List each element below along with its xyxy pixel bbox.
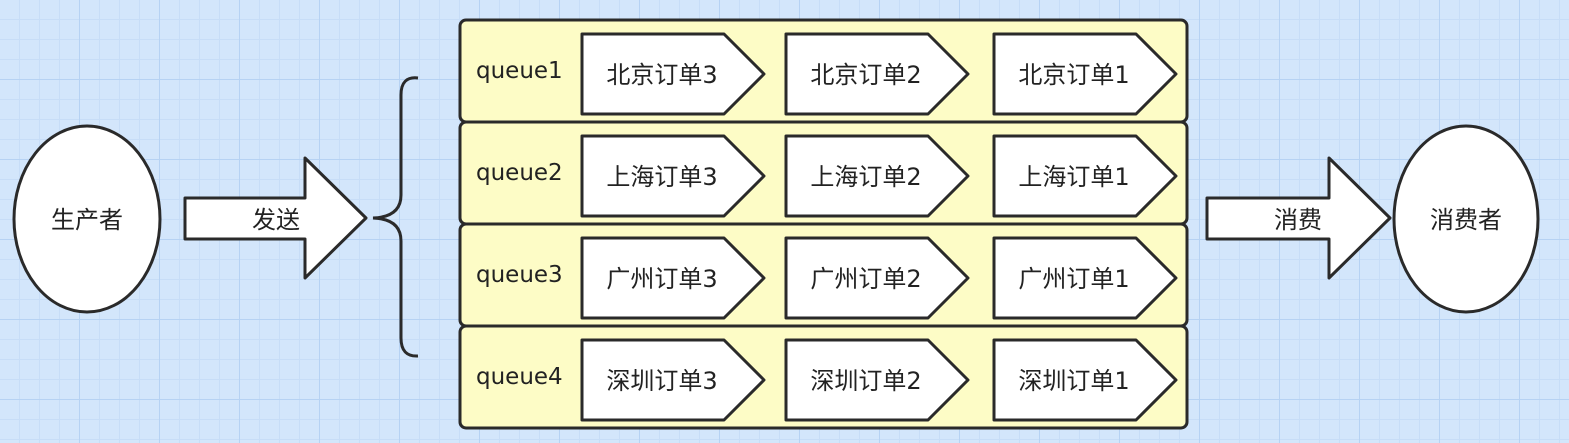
queue-name: queue1 (476, 58, 563, 84)
send-arrow[interactable]: 发送 (183, 156, 368, 280)
queues-group: queue1 北京订单3 北京订单2 北京订单1 queue2 上海订单3 上海订单2 上海订… (458, 18, 1189, 430)
producer-label: 生产者 (51, 206, 123, 234)
order-item-label: 北京订单3 (606, 61, 717, 89)
order-item-label: 上海订单2 (810, 163, 921, 191)
order-item-label: 深圳订单3 (606, 367, 717, 395)
order-item-label: 广州订单2 (810, 265, 921, 293)
send-arrow-label: 发送 (252, 206, 300, 234)
queue-name: queue2 (476, 160, 563, 186)
diagram-canvas: 生产者 发送 queue1 北京订单3 北京订单2 北京订单1 queue2 上海订单3 上… (12, 18, 1540, 430)
consumer-node[interactable]: 消费者 (1392, 124, 1540, 314)
order-item-label: 深圳订单1 (1018, 367, 1129, 395)
queue-row[interactable]: queue2 上海订单3 上海订单2 上海订单1 (458, 120, 1189, 226)
queue-row[interactable]: queue3 广州订单3 广州订单2 广州订单1 (458, 222, 1189, 328)
order-item-label: 深圳订单2 (810, 367, 921, 395)
order-item-label: 上海订单3 (606, 163, 717, 191)
queue-name: queue3 (476, 262, 563, 288)
consume-arrow-label: 消费 (1274, 206, 1322, 234)
order-item-label: 北京订单1 (1018, 61, 1129, 89)
producer-node[interactable]: 生产者 (12, 124, 162, 314)
order-item-label: 广州订单3 (606, 265, 717, 293)
consume-arrow[interactable]: 消费 (1205, 156, 1392, 280)
queue-row[interactable]: queue4 深圳订单3 深圳订单2 深圳订单1 (458, 324, 1189, 430)
order-item-label: 北京订单2 (810, 61, 921, 89)
curly-brace (372, 76, 419, 358)
order-item-label: 上海订单1 (1018, 163, 1129, 191)
order-item-label: 广州订单1 (1018, 265, 1129, 293)
consumer-label: 消费者 (1430, 206, 1502, 234)
queue-row[interactable]: queue1 北京订单3 北京订单2 北京订单1 (458, 18, 1189, 124)
queue-name: queue4 (476, 364, 563, 390)
